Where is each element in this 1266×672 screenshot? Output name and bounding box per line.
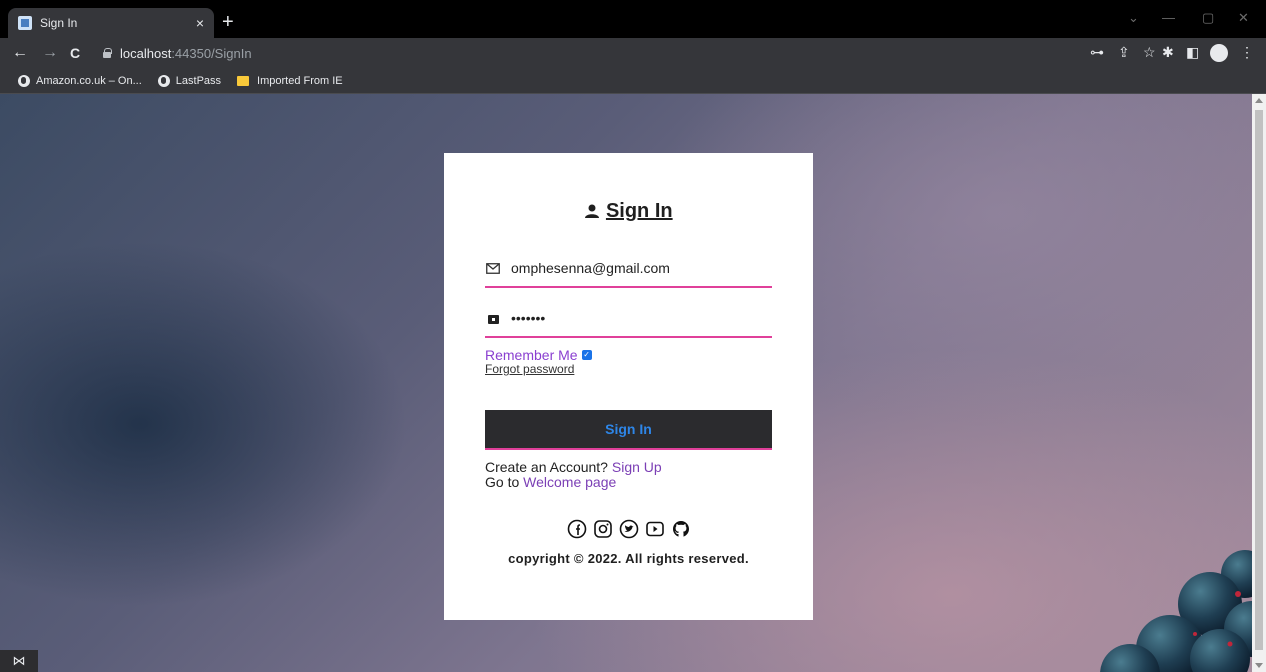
bookmark-star-icon[interactable]: ☆ [1143,45,1156,59]
scroll-up-arrow-icon[interactable] [1255,98,1263,103]
email-input[interactable] [511,260,761,276]
welcome-line: Go to Welcome page [485,474,616,490]
bookmark-label: Amazon.co.uk – On... [36,74,142,87]
create-account-line: Create an Account? Sign Up [485,459,662,475]
tab-search-icon[interactable]: ⌄ [1128,10,1139,26]
signin-title: Sign In [605,200,673,222]
address-bar[interactable]: localhost :44350/SignIn [98,42,1150,64]
signin-button[interactable]: Sign In [485,410,772,450]
bookmark-lastpass[interactable]: LastPass [157,74,222,87]
remember-me[interactable]: Remember Me ✓ [485,347,592,363]
minimize-icon[interactable]: — [1162,10,1175,25]
globe-icon [18,74,30,87]
twitter-icon[interactable] [619,519,639,539]
reload-icon[interactable]: C [70,45,80,61]
tab-title: Sign In [40,16,78,30]
password-key-icon[interactable]: ⊶ [1090,45,1104,59]
github-icon[interactable] [671,519,691,539]
signin-card: Sign In Remember Me ✓ Forgot password Si… [444,153,813,620]
email-field-wrapper [485,250,772,288]
forgot-password-link[interactable]: Forgot password [485,362,574,376]
social-links [444,519,813,539]
side-panel-icon[interactable]: ◧ [1186,45,1199,59]
visual-studio-icon[interactable]: ⋈ [0,650,38,672]
signin-heading: Sign In [444,200,813,223]
browser-menu-icon[interactable]: ⋮ [1240,45,1254,59]
tab-close-icon[interactable]: × [196,16,204,30]
browser-toolbar: ← → C localhost :44350/SignIn ⊶ ⇪ ☆ ✱ ◧ … [0,38,1266,68]
globe-icon [157,74,170,87]
page-background: Sign In Remember Me ✓ Forgot password Si… [0,94,1252,672]
welcome-page-link[interactable]: Welcome page [523,474,616,490]
copyright-text: copyright © 2022. All rights reserved. [508,551,749,566]
decorative-balloons-image [1100,550,1252,672]
browser-tab[interactable]: Sign In × [8,8,214,38]
remember-me-label: Remember Me [485,347,578,363]
envelope-icon [485,262,501,274]
folder-icon [237,75,250,86]
password-input[interactable] [511,310,761,326]
remember-me-checkbox[interactable]: ✓ [581,350,592,360]
bookmark-label: LastPass [175,74,222,87]
signup-link[interactable]: Sign Up [612,459,662,475]
page-scrollbar[interactable] [1252,94,1266,672]
share-icon[interactable]: ⇪ [1118,45,1130,59]
back-icon[interactable]: ← [12,44,28,62]
bookmark-label: Imported From IE [257,74,343,87]
scroll-thumb[interactable] [1255,110,1263,650]
lock-icon[interactable] [102,48,112,58]
bookmark-folder-imported[interactable]: Imported From IE [237,75,343,87]
url-path: :44350/SignIn [171,45,252,61]
restore-icon[interactable]: ▢ [1202,10,1214,26]
extensions-icon[interactable]: ✱ [1162,45,1174,59]
create-account-text: Create an Account? [485,459,612,475]
goto-text: Go to [485,474,524,490]
new-tab-icon[interactable]: + [222,12,234,32]
youtube-icon[interactable] [645,519,665,539]
bookmark-amazon[interactable]: Amazon.co.uk – On... [18,74,142,87]
tab-strip: Sign In × + ⌄ — ▢ ✕ [0,0,1266,38]
lock-icon [485,313,501,324]
page-favicon-icon [18,16,32,30]
user-icon [585,204,600,218]
instagram-icon[interactable] [593,519,613,539]
url-host: localhost [120,45,172,61]
scroll-down-arrow-icon[interactable] [1255,663,1263,668]
profile-avatar-icon[interactable] [1210,44,1228,62]
facebook-icon[interactable] [567,519,587,539]
close-window-icon[interactable]: ✕ [1238,10,1249,26]
password-field-wrapper [485,300,772,338]
forward-icon[interactable]: → [42,44,58,62]
bookmarks-bar: Amazon.co.uk – On... LastPass Imported F… [0,68,1266,94]
